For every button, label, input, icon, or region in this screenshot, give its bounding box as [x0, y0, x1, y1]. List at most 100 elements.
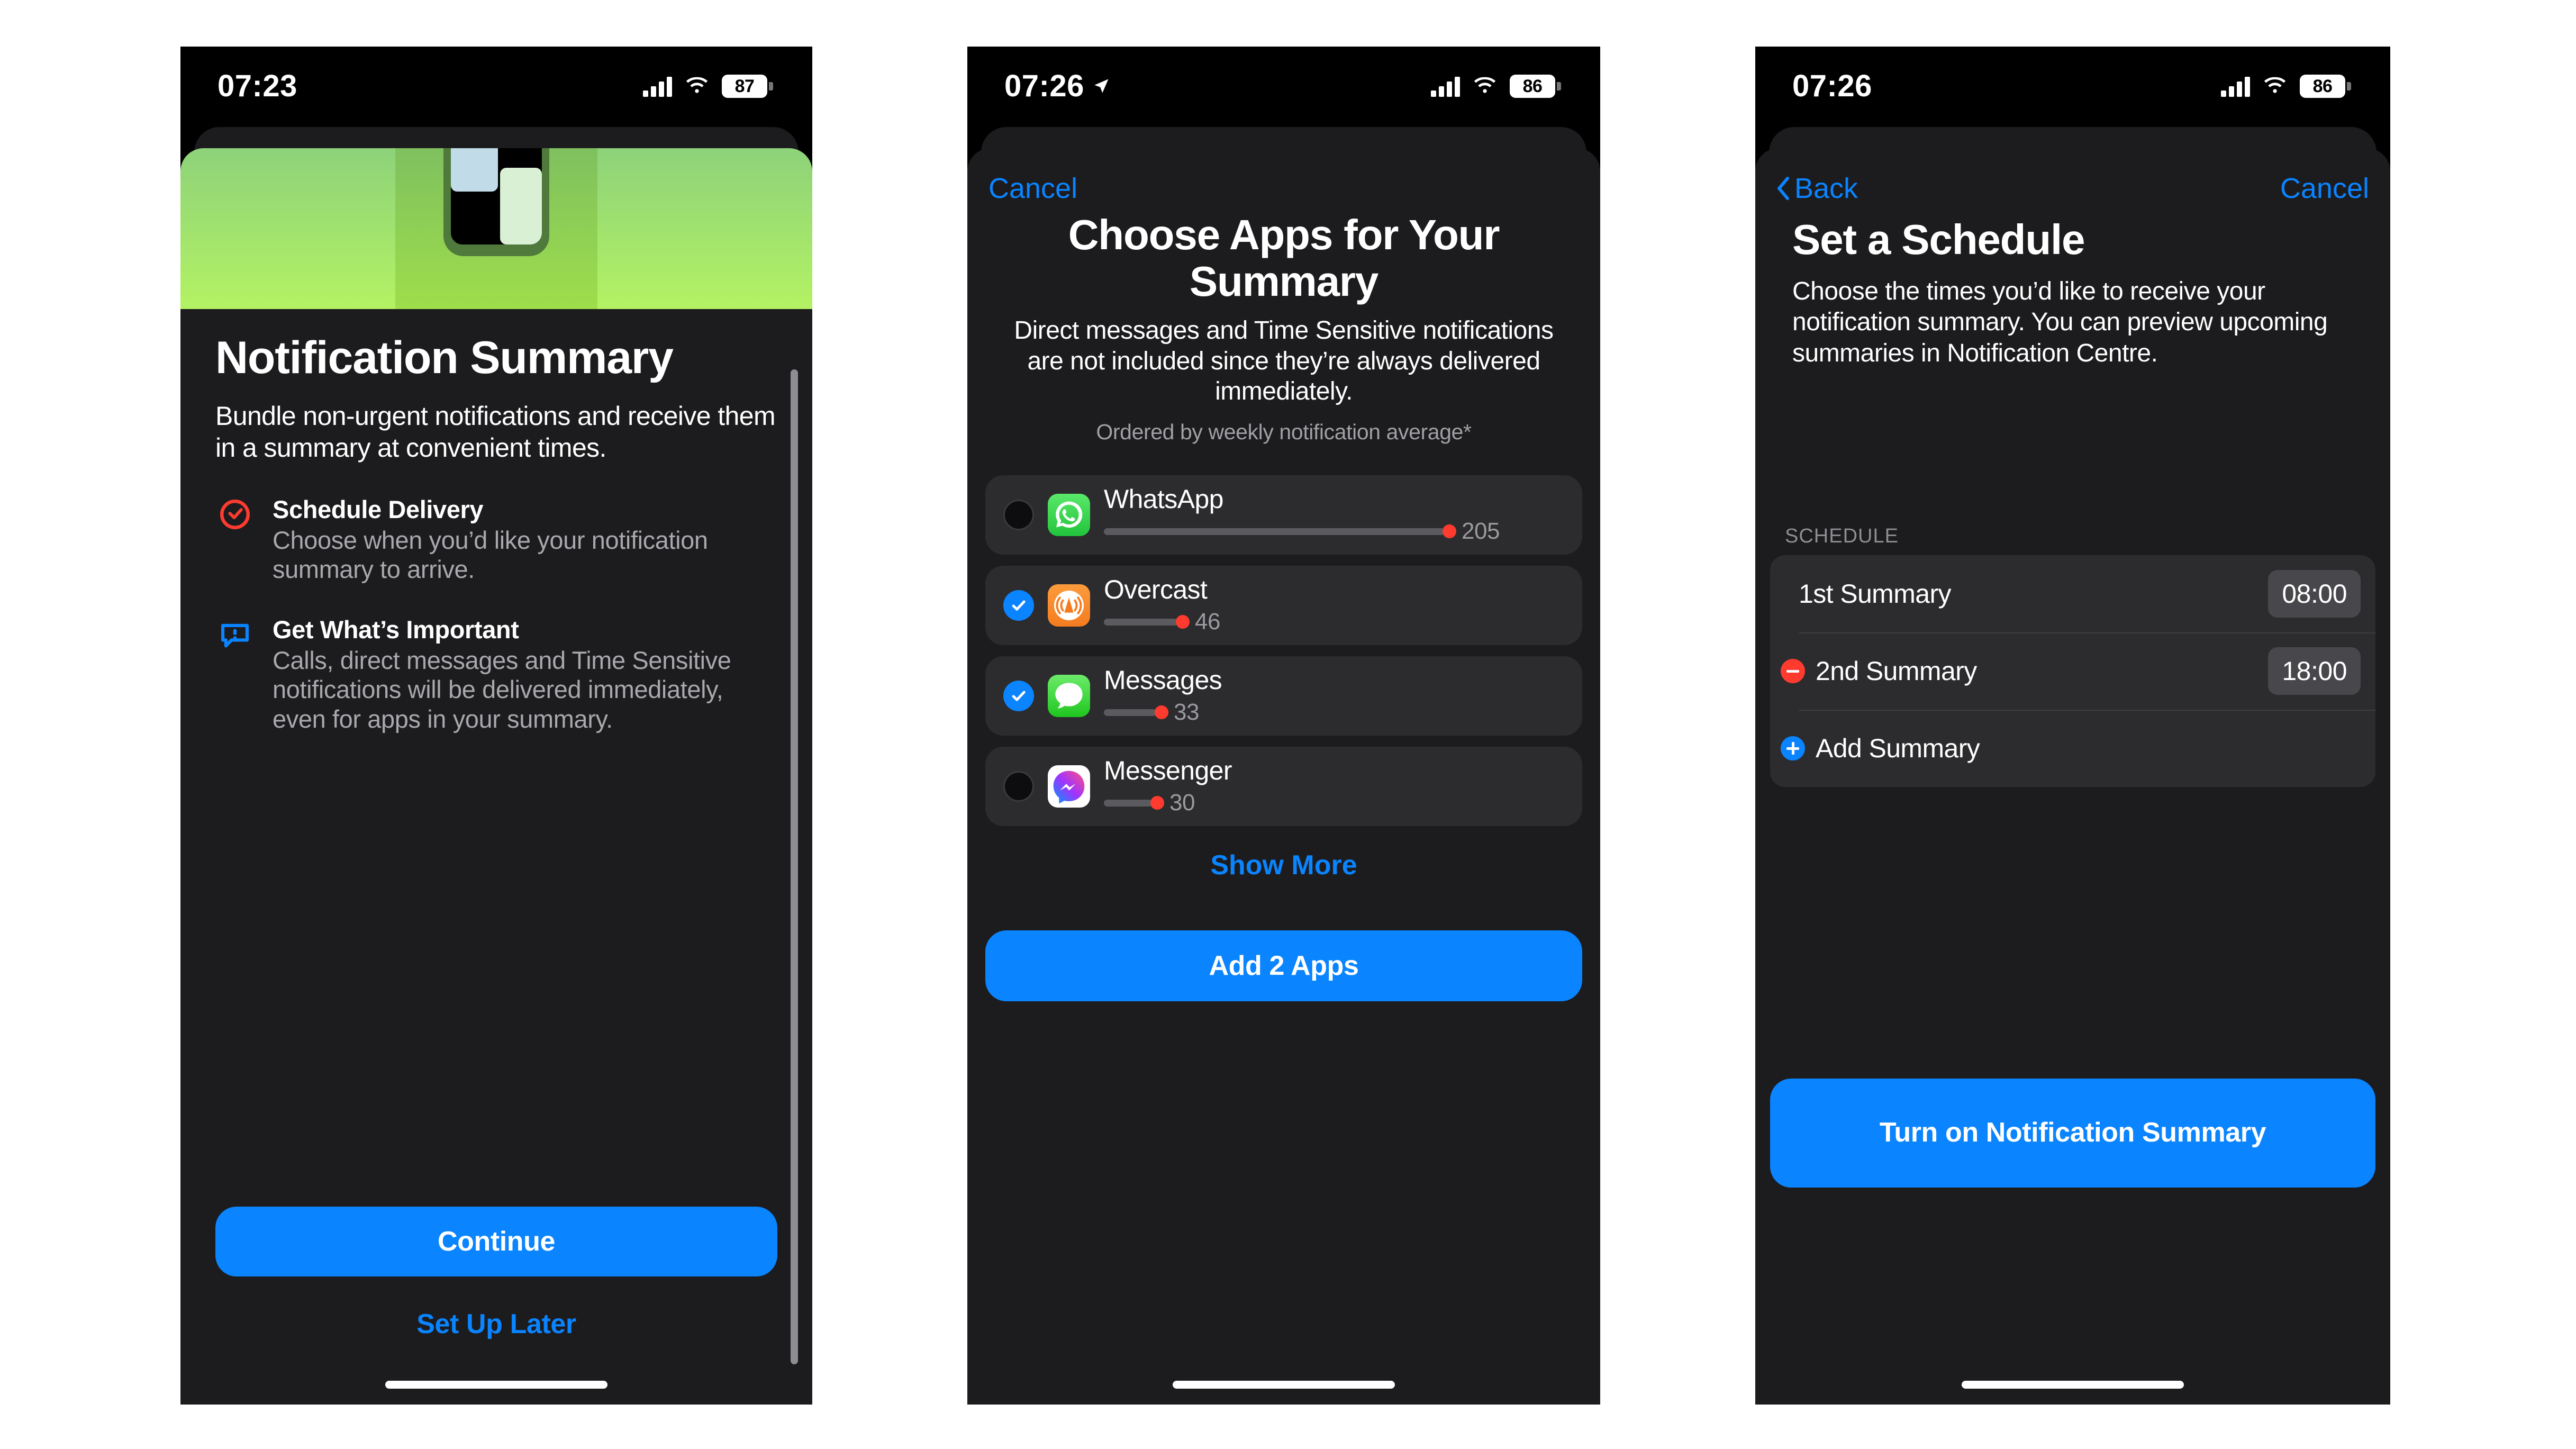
- wifi-icon: [1474, 77, 1496, 93]
- ordering-note: Ordered by weekly notification average*: [1096, 419, 1472, 444]
- sheet-nav-bar: Cancel: [967, 162, 1600, 215]
- cancel-button[interactable]: Cancel: [988, 172, 1077, 205]
- schedule-list: 1st Summary 08:00 2nd Summary 18:00 Add …: [1770, 555, 2375, 787]
- app-count: 30: [1169, 790, 1195, 816]
- show-more-button[interactable]: Show More: [995, 846, 1573, 885]
- schedule-row-second[interactable]: 2nd Summary 18:00: [1770, 632, 2375, 710]
- schedule-row-add[interactable]: Add Summary: [1770, 710, 2375, 787]
- status-bar: 07:26 86: [967, 47, 1600, 126]
- bar-end-dot: [1443, 524, 1456, 539]
- checkmark-icon: [1012, 691, 1026, 701]
- app-checkbox[interactable]: [1003, 771, 1034, 802]
- battery-percent: 86: [1522, 76, 1543, 96]
- subtitle: Choose the times you’d like to receive y…: [1792, 277, 2328, 367]
- hero-illustration: [180, 148, 812, 309]
- app-usage-bar: 205: [1104, 518, 1564, 545]
- set-up-later-button[interactable]: Set Up Later: [215, 1303, 777, 1345]
- app-name: Messages: [1104, 665, 1222, 695]
- app-name: Overcast: [1104, 574, 1208, 604]
- cellular-signal-icon: [2221, 76, 2250, 97]
- remove-summary-icon[interactable]: [1781, 659, 1805, 683]
- page-title: Choose Apps for Your Summary: [1068, 211, 1500, 305]
- battery-icon: 86: [2300, 75, 2351, 98]
- status-bar-right: 86: [1431, 75, 1561, 98]
- phone-choose-apps: 07:26 86 Cancel Choose Apps for Your Sum…: [967, 47, 1600, 1405]
- cellular-signal-icon: [1431, 76, 1460, 97]
- phone-intro: 07:23 87 Notification Summary Bundle non…: [180, 47, 812, 1405]
- turn-on-notification-summary-button[interactable]: Turn on Notification Summary: [1770, 1079, 2375, 1188]
- home-indicator: [385, 1381, 607, 1389]
- continue-button[interactable]: Continue: [215, 1207, 777, 1276]
- set-schedule-content: Set a Schedule Choose the times you’d li…: [1792, 216, 2353, 369]
- feature-body: Calls, direct messages and Time Sensitiv…: [273, 646, 731, 733]
- home-indicator: [1173, 1381, 1395, 1389]
- status-bar-left: 07:23: [217, 71, 297, 102]
- intro-paragraph: Bundle non-urgent notifications and rece…: [215, 401, 776, 463]
- battery-percent: 87: [734, 76, 755, 96]
- app-checkbox[interactable]: [1003, 500, 1034, 530]
- status-bar: 07:23 87: [180, 47, 812, 126]
- page-title: Notification Summary: [215, 332, 674, 383]
- checkmark-icon: [1012, 600, 1026, 611]
- status-bar-right: 86: [2221, 75, 2351, 98]
- time-picker[interactable]: 08:00: [2268, 570, 2361, 618]
- wifi-icon: [2264, 77, 2286, 93]
- feature-get-whats-important: Get What’s Important Calls, direct messa…: [215, 615, 777, 733]
- battery-percent: 86: [2312, 76, 2333, 96]
- app-row-overcast[interactable]: Overcast 46: [985, 566, 1582, 645]
- app-row-whatsapp[interactable]: WhatsApp 205: [985, 475, 1582, 555]
- battery-icon: 87: [722, 75, 773, 98]
- choose-apps-sheet: Cancel Choose Apps for Your Summary Dire…: [967, 148, 1600, 1405]
- messenger-icon: [1048, 765, 1090, 808]
- schedule-label: 2nd Summary: [1816, 656, 1977, 686]
- cancel-button[interactable]: Cancel: [2280, 172, 2369, 205]
- status-bar-left: 07:26: [1004, 71, 1111, 102]
- clock-check-icon: [215, 495, 255, 535]
- feature-heading: Get What’s Important: [273, 615, 519, 644]
- bar-end-dot: [1150, 796, 1164, 810]
- status-time: 07:26: [1792, 69, 1872, 103]
- subtitle: Direct messages and Time Sensitive notif…: [1014, 316, 1554, 406]
- set-schedule-sheet: Back Cancel Set a Schedule Choose the ti…: [1755, 148, 2390, 1405]
- app-name: WhatsApp: [1104, 484, 1223, 514]
- bar-end-dot: [1176, 615, 1190, 629]
- time-picker[interactable]: 18:00: [2268, 647, 2361, 695]
- app-usage-bar: 46: [1104, 609, 1564, 635]
- screenshot-canvas: 07:23 87 Notification Summary Bundle non…: [0, 0, 2576, 1449]
- app-count: 46: [1195, 609, 1220, 635]
- status-bar-left: 07:26: [1792, 71, 1872, 102]
- app-checkbox[interactable]: [1003, 681, 1034, 711]
- section-label: SCHEDULE: [1785, 525, 1899, 547]
- schedule-section: SCHEDULE 1st Summary 08:00 2nd Summary 1…: [1770, 525, 2375, 787]
- schedule-row-first[interactable]: 1st Summary 08:00: [1770, 555, 2375, 632]
- app-row-messages[interactable]: Messages 33: [985, 656, 1582, 736]
- overcast-icon: [1048, 584, 1090, 627]
- home-indicator: [1962, 1381, 2184, 1389]
- bar-end-dot: [1155, 705, 1168, 720]
- app-checkbox[interactable]: [1003, 590, 1034, 621]
- app-row-messenger[interactable]: Messenger 30: [985, 747, 1582, 826]
- feature-schedule-delivery: Schedule Delivery Choose when you’d like…: [215, 495, 777, 584]
- chevron-left-icon: [1777, 177, 1789, 200]
- vertical-scrollbar[interactable]: [791, 369, 798, 1364]
- location-arrow-icon: [1094, 79, 1109, 93]
- app-name: Messenger: [1104, 755, 1232, 785]
- intro-sheet: Notification Summary Bundle non-urgent n…: [180, 148, 812, 1405]
- battery-icon: 86: [1510, 75, 1561, 98]
- choose-apps-content: Choose Apps for Your Summary Direct mess…: [995, 212, 1573, 445]
- back-label: Back: [1794, 173, 1858, 204]
- app-count: 205: [1462, 518, 1500, 545]
- status-time: 07:26: [1004, 69, 1084, 103]
- sheet-nav-bar: Back Cancel: [1755, 162, 2390, 215]
- schedule-label: Add Summary: [1816, 733, 1980, 763]
- add-apps-button[interactable]: Add 2 Apps: [985, 930, 1582, 1001]
- speech-bubble-exclamation-icon: [215, 615, 255, 655]
- wifi-icon: [686, 77, 708, 93]
- app-count: 33: [1174, 699, 1199, 726]
- app-list: WhatsApp 205 Overcast 46 Messages 33 Mes…: [985, 475, 1582, 826]
- status-bar: 07:26 86: [1755, 47, 2390, 126]
- back-button[interactable]: Back: [1776, 172, 1858, 205]
- add-summary-icon[interactable]: [1781, 736, 1805, 760]
- status-bar-right: 87: [643, 75, 773, 98]
- phone-set-schedule: 07:26 86 Back Cancel Set a Schedule Choo…: [1755, 47, 2390, 1405]
